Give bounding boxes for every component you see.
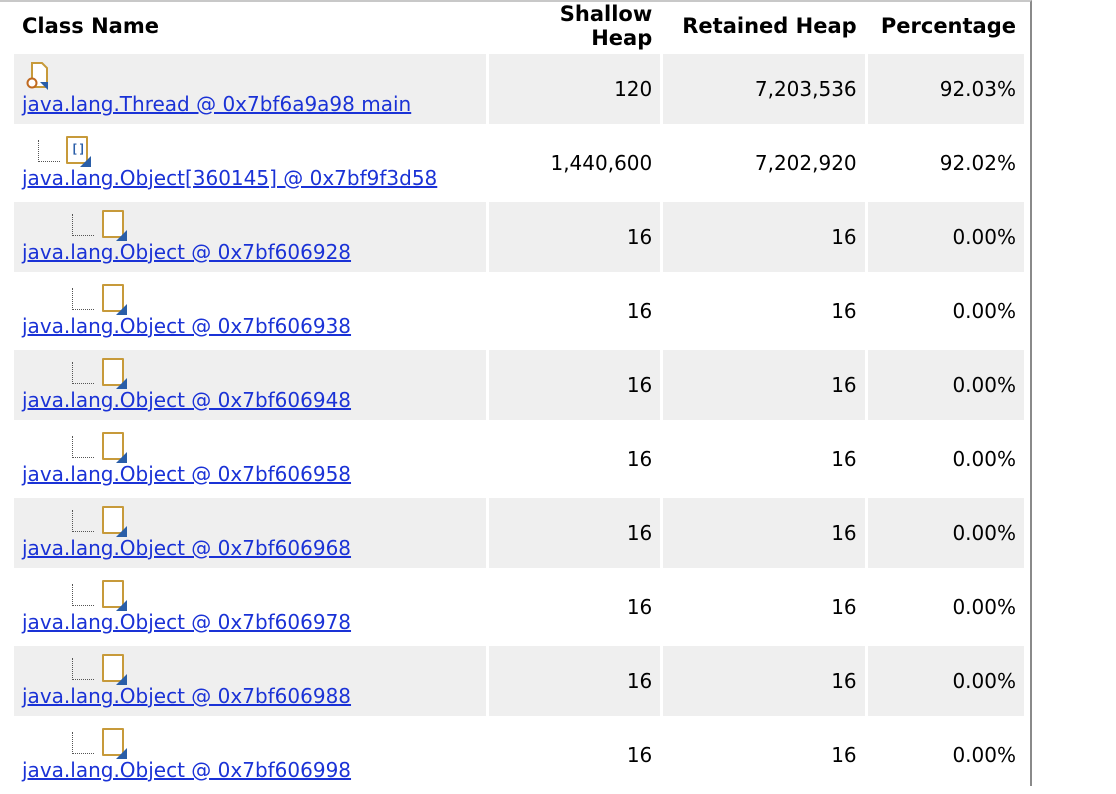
shallow-heap-cell: 1,440,600 (485, 128, 660, 198)
class-name-cell: java.lang.Object @ 0x7bf606948 (14, 350, 486, 420)
object-icon (102, 210, 124, 238)
retained-heap-cell: 16 (660, 350, 865, 420)
percentage-cell: 0.00% (864, 720, 1024, 790)
retained-heap-cell: 16 (660, 424, 864, 494)
retained-heap-cell: 16 (660, 646, 865, 716)
object-link[interactable]: java.lang.Object @ 0x7bf606948 (22, 388, 351, 412)
shallow-heap-cell: 16 (485, 572, 660, 642)
shallow-heap-cell: 16 (485, 498, 661, 568)
retained-heap-cell: 16 (660, 498, 865, 568)
class-name-cell: java.lang.Object @ 0x7bf606978 (14, 572, 486, 642)
percentage-cell: 0.00% (864, 424, 1024, 494)
shallow-heap-cell: 120 (485, 54, 661, 124)
object-link[interactable]: java.lang.Object @ 0x7bf606998 (22, 758, 351, 782)
percentage-cell: 92.02% (864, 128, 1024, 198)
class-name-cell: java.lang.Object @ 0x7bf606988 (14, 646, 486, 716)
object-link[interactable]: java.lang.Object @ 0x7bf606958 (22, 462, 351, 486)
class-name-cell: java.lang.Object @ 0x7bf606958 (14, 424, 486, 494)
object-link[interactable]: java.lang.Thread @ 0x7bf6a9a98 main (22, 92, 411, 116)
object-link[interactable]: java.lang.Object @ 0x7bf606938 (22, 314, 351, 338)
table-row[interactable]: [] java.lang.Object[360145] @ 0x7bf9f3d5… (14, 128, 1024, 198)
table-row[interactable]: java.lang.Object @ 0x7bf606958 16 16 0.0… (14, 424, 1024, 494)
table-row[interactable]: java.lang.Object @ 0x7bf606988 16 16 0.0… (14, 646, 1024, 716)
shallow-heap-cell: 16 (485, 350, 661, 420)
retained-heap-cell: 16 (660, 202, 865, 272)
shallow-heap-cell: 16 (485, 424, 660, 494)
retained-heap-cell: 7,203,536 (660, 54, 865, 124)
object-link[interactable]: java.lang.Object @ 0x7bf606978 (22, 610, 351, 634)
table-row[interactable]: java.lang.Object @ 0x7bf606928 16 16 0.0… (14, 202, 1024, 272)
class-name-cell: java.lang.Object @ 0x7bf606938 (14, 276, 486, 346)
tree-connector-icon (72, 288, 94, 310)
tree-connector-icon (72, 214, 94, 236)
shallow-heap-cell: 16 (485, 276, 660, 346)
object-icon (102, 284, 124, 312)
object-icon (102, 432, 124, 460)
class-name-cell: java.lang.Object @ 0x7bf606928 (14, 202, 486, 272)
shallow-heap-cell: 16 (485, 202, 661, 272)
tree-connector-icon (72, 732, 94, 754)
class-name-cell: java.lang.Thread @ 0x7bf6a9a98 main (14, 54, 486, 124)
class-name-cell: [] java.lang.Object[360145] @ 0x7bf9f3d5… (14, 128, 486, 198)
table-row[interactable]: java.lang.Thread @ 0x7bf6a9a98 main 120 … (14, 54, 1024, 124)
object-link[interactable]: java.lang.Object @ 0x7bf606988 (22, 684, 351, 708)
object-icon (102, 506, 124, 534)
object-icon (102, 654, 124, 682)
retained-heap-cell: 16 (660, 720, 864, 790)
shallow-heap-cell: 16 (485, 720, 660, 790)
object-icon (102, 728, 124, 756)
tree-connector-icon (72, 584, 94, 606)
shallow-heap-cell: 16 (485, 646, 661, 716)
tree-connector-icon (72, 362, 94, 384)
table-header-row: Class Name Shallow Heap Retained Heap Pe… (14, 2, 1024, 50)
table-row[interactable]: java.lang.Object @ 0x7bf606998 16 16 0.0… (14, 720, 1024, 790)
object-link[interactable]: java.lang.Object[360145] @ 0x7bf9f3d58 (22, 166, 437, 190)
tree-connector-icon (72, 510, 94, 532)
retained-heap-cell: 16 (660, 572, 864, 642)
percentage-cell: 0.00% (864, 498, 1024, 568)
table-row[interactable]: java.lang.Object @ 0x7bf606938 16 16 0.0… (14, 276, 1024, 346)
object-icon (102, 580, 124, 608)
table-row[interactable]: java.lang.Object @ 0x7bf606948 16 16 0.0… (14, 350, 1024, 420)
tree-connector-icon (72, 436, 94, 458)
percentage-cell: 0.00% (864, 202, 1024, 272)
column-header-percentage[interactable]: Percentage (865, 2, 1024, 50)
percentage-cell: 0.00% (864, 350, 1024, 420)
heap-table: Class Name Shallow Heap Retained Heap Pe… (14, 0, 1024, 794)
object-link[interactable]: java.lang.Object @ 0x7bf606928 (22, 240, 351, 264)
retained-heap-cell: 7,202,920 (660, 128, 864, 198)
class-name-cell: java.lang.Object @ 0x7bf606998 (14, 720, 486, 790)
percentage-cell: 0.00% (864, 646, 1024, 716)
column-header-shallow-heap[interactable]: Shallow Heap (486, 2, 660, 50)
tree-connector-icon (38, 140, 60, 162)
percentage-cell: 0.00% (864, 276, 1024, 346)
object-link[interactable]: java.lang.Object @ 0x7bf606968 (22, 536, 351, 560)
column-header-class-name[interactable]: Class Name (14, 2, 486, 50)
percentage-cell: 0.00% (864, 572, 1024, 642)
percentage-cell: 92.03% (864, 54, 1024, 124)
table-row[interactable]: java.lang.Object @ 0x7bf606978 16 16 0.0… (14, 572, 1024, 642)
column-header-retained-heap[interactable]: Retained Heap (660, 2, 864, 50)
class-name-cell: java.lang.Object @ 0x7bf606968 (14, 498, 486, 568)
object-icon (102, 358, 124, 386)
table-row[interactable]: java.lang.Object @ 0x7bf606968 16 16 0.0… (14, 498, 1024, 568)
dominator-tree-panel: Class Name Shallow Heap Retained Heap Pe… (0, 0, 1032, 790)
retained-heap-cell: 16 (660, 276, 864, 346)
thread-icon (26, 62, 48, 90)
tree-connector-icon (72, 658, 94, 680)
object-array-icon: [] (66, 136, 88, 164)
